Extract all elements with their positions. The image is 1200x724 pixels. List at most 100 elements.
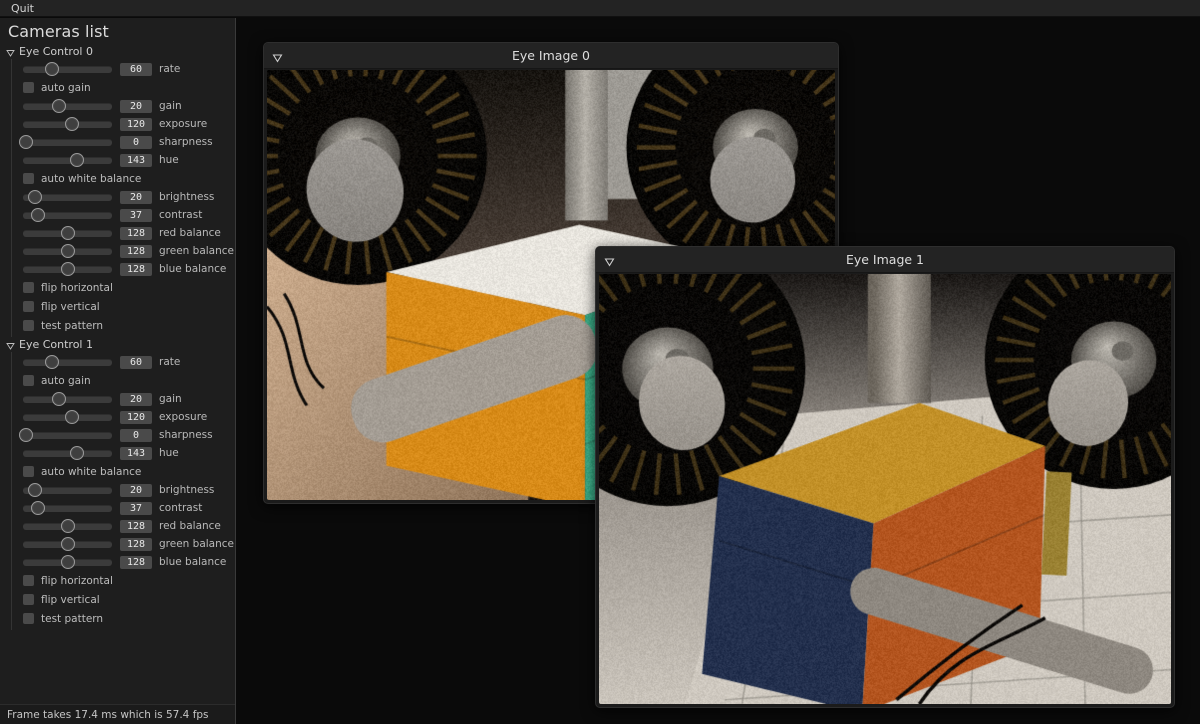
checkbox-row-flip-vertical[interactable]: flip vertical [12,297,235,316]
value-field-green-balance[interactable]: 128 [120,538,152,551]
value-field-rate[interactable]: 60 [120,356,152,369]
slider-handle[interactable] [45,355,59,369]
slider-row-gain: 20 gain [12,97,235,115]
checkbox-row-auto-white-balance[interactable]: auto white balance [12,462,235,481]
eye-image-0-titlebar[interactable]: Eye Image 0 [264,43,838,69]
value-field-contrast[interactable]: 37 [120,502,152,515]
slider-sharpness[interactable] [23,133,112,151]
slider-exposure[interactable] [23,115,112,133]
eye-image-0-title: Eye Image 0 [512,48,590,63]
panel-scroll-area[interactable]: Eye Control 0 60 rate auto gain 20 gain 120 exp… [0,44,235,702]
checkbox-test-pattern[interactable] [23,613,34,624]
menu-item-quit[interactable]: Quit [6,1,39,17]
slider-handle[interactable] [70,446,84,460]
slider-row-brightness: 20 brightness [12,481,235,499]
slider-handle[interactable] [31,208,45,222]
slider-green-balance[interactable] [23,535,112,553]
slider-row-brightness: 20 brightness [12,188,235,206]
slider-contrast[interactable] [23,206,112,224]
value-field-hue[interactable]: 143 [120,154,152,167]
slider-label: exposure [159,411,207,423]
slider-rate[interactable] [23,60,112,78]
eye-image-1-titlebar[interactable]: Eye Image 1 [596,247,1174,273]
slider-handle[interactable] [61,226,75,240]
eye-image-1-window[interactable]: Eye Image 1 [595,246,1175,708]
checkbox-flip-horizontal[interactable] [23,282,34,293]
checkbox-auto-gain[interactable] [23,82,34,93]
slider-handle[interactable] [65,117,79,131]
slider-track [23,139,112,146]
slider-exposure[interactable] [23,408,112,426]
slider-handle[interactable] [19,428,33,442]
value-field-hue[interactable]: 143 [120,447,152,460]
control-group-header-1[interactable]: Eye Control 1 [0,337,235,352]
value-field-red-balance[interactable]: 128 [120,227,152,240]
checkbox-flip-horizontal[interactable] [23,575,34,586]
value-field-sharpness[interactable]: 0 [120,136,152,149]
slider-handle[interactable] [61,555,75,569]
checkbox-row-flip-horizontal[interactable]: flip horizontal [12,278,235,297]
checkbox-flip-vertical[interactable] [23,301,34,312]
checkbox-row-test-pattern[interactable]: test pattern [12,609,235,628]
value-field-rate[interactable]: 60 [120,63,152,76]
slider-track [23,450,112,457]
value-field-red-balance[interactable]: 128 [120,520,152,533]
slider-gain[interactable] [23,390,112,408]
checkbox-auto-white-balance[interactable] [23,173,34,184]
slider-handle[interactable] [61,262,75,276]
slider-green-balance[interactable] [23,242,112,260]
slider-sharpness[interactable] [23,426,112,444]
value-field-blue-balance[interactable]: 128 [120,556,152,569]
slider-handle[interactable] [19,135,33,149]
slider-handle[interactable] [65,410,79,424]
triangle-down-icon[interactable] [271,49,284,62]
checkbox-flip-vertical[interactable] [23,594,34,605]
checkbox-label: flip horizontal [41,575,113,587]
checkbox-row-flip-horizontal[interactable]: flip horizontal [12,571,235,590]
slider-brightness[interactable] [23,481,112,499]
checkbox-auto-gain[interactable] [23,375,34,386]
slider-handle[interactable] [61,244,75,258]
value-field-blue-balance[interactable]: 128 [120,263,152,276]
value-field-brightness[interactable]: 20 [120,191,152,204]
slider-handle[interactable] [31,501,45,515]
value-field-exposure[interactable]: 120 [120,411,152,424]
slider-contrast[interactable] [23,499,112,517]
slider-handle[interactable] [52,99,66,113]
slider-handle[interactable] [28,190,42,204]
slider-handle[interactable] [28,483,42,497]
checkbox-auto-white-balance[interactable] [23,466,34,477]
checkbox-row-auto-white-balance[interactable]: auto white balance [12,169,235,188]
triangle-down-icon[interactable] [6,48,15,57]
checkbox-row-test-pattern[interactable]: test pattern [12,316,235,335]
slider-handle[interactable] [52,392,66,406]
checkbox-row-auto-gain[interactable]: auto gain [12,371,235,390]
slider-handle[interactable] [70,153,84,167]
control-group-header-0[interactable]: Eye Control 0 [0,44,235,59]
checkbox-row-flip-vertical[interactable]: flip vertical [12,590,235,609]
value-field-green-balance[interactable]: 128 [120,245,152,258]
value-field-brightness[interactable]: 20 [120,484,152,497]
slider-rate[interactable] [23,353,112,371]
slider-red-balance[interactable] [23,224,112,242]
slider-label: green balance [159,538,234,550]
slider-handle[interactable] [61,537,75,551]
slider-handle[interactable] [45,62,59,76]
value-field-gain[interactable]: 20 [120,100,152,113]
triangle-down-icon[interactable] [603,253,616,266]
slider-gain[interactable] [23,97,112,115]
value-field-exposure[interactable]: 120 [120,118,152,131]
checkbox-test-pattern[interactable] [23,320,34,331]
slider-red-balance[interactable] [23,517,112,535]
slider-blue-balance[interactable] [23,260,112,278]
checkbox-row-auto-gain[interactable]: auto gain [12,78,235,97]
value-field-gain[interactable]: 20 [120,393,152,406]
slider-hue[interactable] [23,444,112,462]
value-field-sharpness[interactable]: 0 [120,429,152,442]
slider-blue-balance[interactable] [23,553,112,571]
slider-brightness[interactable] [23,188,112,206]
slider-handle[interactable] [61,519,75,533]
triangle-down-icon[interactable] [6,341,15,350]
slider-hue[interactable] [23,151,112,169]
value-field-contrast[interactable]: 37 [120,209,152,222]
